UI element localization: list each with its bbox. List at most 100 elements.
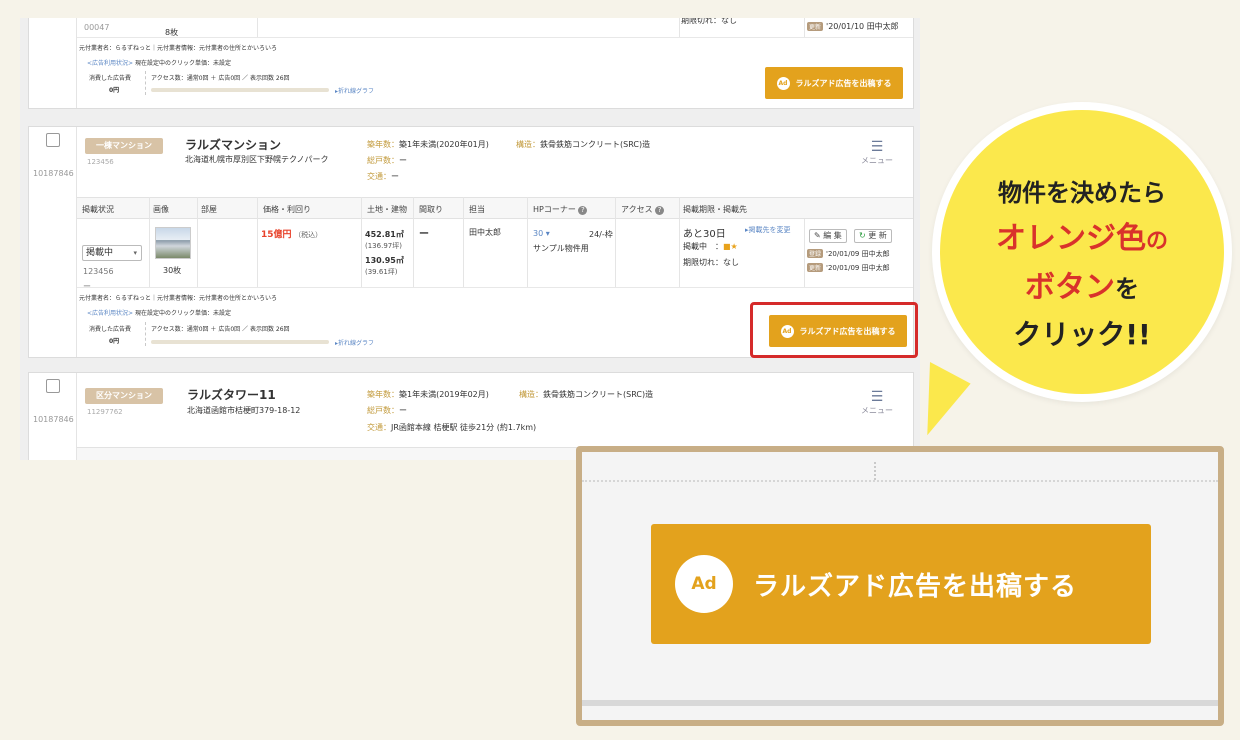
update-text: '20/01/10 田中太郎 [826, 22, 899, 31]
ad-icon: Ad [675, 555, 733, 613]
th-status: 掲載状況 [82, 205, 114, 214]
row-id-column: 10187846 [29, 127, 77, 357]
listing-status: 掲載中 ：■★ [683, 242, 738, 251]
property-id: 123456 [87, 158, 114, 166]
ad-cost-value: 0円 [109, 87, 120, 94]
row-id: 10187846 [33, 415, 74, 424]
hp-corner-select[interactable]: 30 ▾ [533, 229, 550, 238]
building-tsubo: (39.61坪) [365, 268, 398, 276]
land-area: 452.81㎡ [365, 230, 404, 239]
ad-icon: Ad [776, 76, 790, 90]
row-checkbox[interactable] [46, 133, 60, 147]
updated-info: 更新 '20/01/09 田中太郎 [807, 263, 890, 272]
traffic: 交通：JR函館本線 桔梗駅 徒歩21分 (約1.7km) [367, 423, 537, 432]
total-units: 総戸数：ー [367, 156, 407, 165]
structure: 構造：鉄骨鉄筋コンクリート(SRC)造 [516, 140, 651, 149]
list-icon: ☰ [870, 389, 884, 405]
ad-status-link[interactable]: <広告利用状況> [87, 60, 133, 67]
app-screenshot: 00047 8枚 期限切れ：なし 更新 '20/01/10 田中太郎 元付業者名：… [20, 18, 920, 460]
property-card-1: 00047 8枚 期限切れ：なし 更新 '20/01/10 田中太郎 元付業者名：… [28, 18, 914, 109]
property-code: 00047 [84, 23, 110, 32]
ad-publish-button[interactable]: Ad ラルズアド広告を出稿する [765, 67, 903, 99]
property-id: 11297762 [87, 408, 123, 416]
update-info: 更新 '20/01/10 田中太郎 [807, 21, 899, 32]
staff: 田中太郎 [469, 228, 501, 237]
ad-cost-value: 0円 [109, 338, 120, 345]
row-id-column [29, 18, 77, 108]
traffic: 交通：ー [367, 172, 399, 181]
registered-info: 登録 '20/01/09 田中太郎 [807, 249, 890, 258]
property-type-tag: 区分マンション [85, 388, 163, 404]
bubble-line-2: オレンジ色の [995, 221, 1168, 256]
period-left: あと30日 [683, 229, 726, 240]
layout: ー [419, 229, 429, 240]
ad-button-label: ラルズアド広告を出稿する [753, 571, 1078, 602]
th-price: 価格・利回り [263, 205, 311, 214]
hp-count: 24/-枠 [589, 230, 613, 239]
land-tsubo: (136.97坪) [365, 242, 402, 250]
edit-icon: ✎ [814, 231, 821, 240]
menu-button[interactable]: ☰ メニュー [861, 139, 893, 166]
ad-status-link[interactable]: <広告利用状況> [87, 310, 133, 317]
structure: 構造：鉄骨鉄筋コンクリート(SRC)造 [519, 390, 654, 399]
property-name[interactable]: ラルズタワー11 [187, 386, 276, 403]
star-icon: ■★ [723, 242, 738, 251]
property-name[interactable]: ラルズマンション [185, 136, 281, 153]
expiry-text: 期限切れ：なし [683, 258, 739, 267]
highlight-frame [750, 302, 918, 358]
access-count: アクセス数：通常0回 ＋ 広告0回 ／ 表示回数 26回 [151, 326, 290, 333]
building-area: 130.95㎡ [365, 256, 404, 265]
row-id-column: 10187846 [29, 373, 77, 460]
th-layout: 間取り [419, 205, 443, 214]
built-year: 築年数：築1年未満(2020年01月) [367, 140, 489, 149]
row-id: 10187846 [33, 169, 74, 178]
change-destination-link[interactable]: ▸掲載先を変更 [745, 225, 791, 235]
property-photo[interactable] [155, 227, 191, 259]
bubble-line-3: ボタンを [1025, 270, 1139, 305]
row-checkbox[interactable] [46, 379, 60, 393]
refresh-icon: ↻ [859, 231, 866, 240]
registered-badge: 登録 [807, 249, 824, 258]
help-icon[interactable]: ? [655, 206, 665, 215]
zoom-callout: Ad ラルズアド広告を出稿する [576, 446, 1224, 726]
ad-status: <広告利用状況> 現在設定中のクリック単価：未設定 [87, 310, 231, 317]
help-icon[interactable]: ? [578, 206, 588, 215]
status-select[interactable]: 掲載中 ▾ [82, 245, 142, 261]
hp-name: サンプル物件用 [533, 244, 589, 253]
agent-info: 元付業者名：らるずねっと｜元付業者情報：元付業者の住所とかいろいろ [79, 295, 278, 302]
property-address: 北海道函館市桔梗町379-18-12 [187, 406, 301, 415]
graph-link[interactable]: ▸折れ線グラフ [335, 86, 374, 95]
th-room: 部屋 [201, 205, 217, 214]
table-header: 掲載状況 画像 部屋 価格・利回り 土地・建物 間取り 担当 HPコーナー ? … [77, 197, 913, 219]
list-icon: ☰ [870, 139, 884, 155]
th-image: 画像 [153, 205, 169, 214]
built-year: 築年数：築1年未満(2019年02月) [367, 390, 489, 399]
menu-button[interactable]: ☰ メニュー [861, 389, 893, 416]
th-hp-corner: HPコーナー ? [533, 204, 588, 215]
property-type-tag: 一棟マンション [85, 138, 163, 154]
ad-status: <広告利用状況> 現在設定中のクリック単価：未設定 [87, 60, 231, 67]
total-units: 総戸数：ー [367, 406, 407, 415]
edit-button[interactable]: ✎ 編 集 [809, 229, 847, 243]
th-period: 掲載期限・掲載先 [683, 205, 747, 214]
th-staff: 担当 [469, 205, 485, 214]
graph-link[interactable]: ▸折れ線グラフ [335, 338, 374, 347]
update-badge: 更新 [807, 22, 824, 31]
access-bar [151, 340, 329, 344]
bubble-line-4: クリック!! [1013, 318, 1151, 351]
photo-count: 30枚 [163, 266, 182, 275]
refresh-button[interactable]: ↻ 更 新 [854, 229, 892, 243]
status-id: 123456 [83, 267, 114, 276]
ad-publish-button-zoomed[interactable]: Ad ラルズアド広告を出稿する [651, 524, 1151, 644]
th-land-building: 土地・建物 [367, 205, 407, 214]
price: 15億円 （税込） [261, 230, 323, 240]
agent-info: 元付業者名：らるずねっと｜元付業者情報：元付業者の住所とかいろいろ [79, 45, 278, 52]
expiry-text: 期限切れ：なし [681, 18, 737, 25]
bubble-line-1: 物件を決めたら [998, 179, 1166, 207]
ad-cost-label: 消費した広告費 [89, 326, 132, 333]
updated-badge: 更新 [807, 263, 824, 272]
access-bar [151, 88, 329, 92]
chevron-down-icon: ▾ [133, 249, 137, 257]
bubble-text: 物件を決めたら オレンジ色の ボタンを クリック!! [940, 170, 1224, 358]
access-count: アクセス数：通常0回 ＋ 広告0回 ／ 表示回数 26回 [151, 75, 290, 82]
